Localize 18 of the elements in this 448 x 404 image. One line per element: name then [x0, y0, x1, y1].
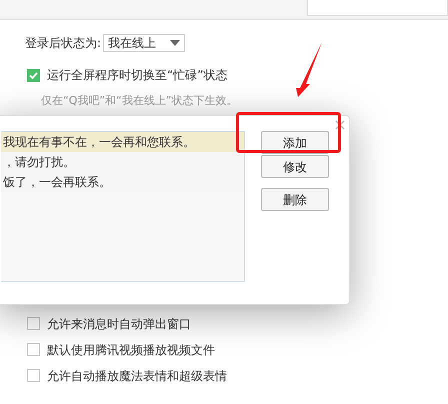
- option-label: 默认使用腾讯视频播放视频文件: [47, 342, 215, 358]
- close-icon[interactable]: [335, 120, 345, 130]
- checkbox[interactable]: [27, 317, 40, 330]
- checkmark-icon: [28, 70, 39, 80]
- dialog-button[interactable]: 修改: [261, 155, 329, 178]
- option-label: 允许来消息时自动弹出窗口: [47, 316, 191, 332]
- search-field[interactable]: [307, 0, 448, 16]
- checkbox[interactable]: [27, 369, 40, 382]
- checkbox[interactable]: [27, 68, 40, 82]
- caret-icon: [170, 40, 180, 46]
- hint-text: 仅在“Q我吧”和“我在线上”状态下生效。: [41, 94, 238, 107]
- status-label: 登录后状态为:: [25, 35, 102, 52]
- checkbox[interactable]: [27, 343, 40, 356]
- option-label: 允许自动播放魔法表情和超级表情: [47, 368, 227, 384]
- status-dropdown[interactable]: 我在线上: [103, 34, 186, 52]
- dialog-button[interactable]: 删除: [261, 188, 329, 211]
- reply-item[interactable]: 我现在有事不在，一会再和您联系。: [1, 132, 244, 152]
- option-label: 运行全屏程序时切换至“忙碌”状态: [47, 67, 228, 84]
